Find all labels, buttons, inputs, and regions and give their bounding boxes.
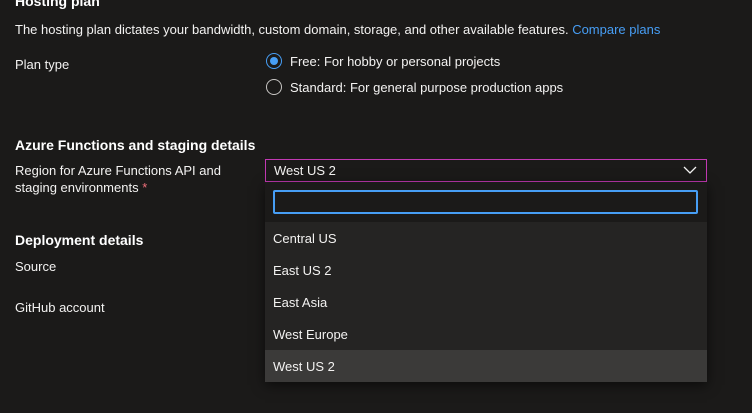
- azure-functions-heading: Azure Functions and staging details: [15, 137, 256, 153]
- hosting-description-text: The hosting plan dictates your bandwidth…: [15, 22, 569, 37]
- region-option-west-europe[interactable]: West Europe: [265, 318, 707, 350]
- radio-standard-label: Standard: For general purpose production…: [290, 79, 564, 95]
- deployment-details-heading: Deployment details: [15, 232, 144, 248]
- region-select[interactable]: West US 2: [265, 159, 707, 182]
- region-label-line1: Region for Azure Functions API and: [15, 163, 221, 178]
- radio-free-plan[interactable]: Free: For hobby or personal projects: [266, 53, 500, 69]
- region-label-line2: staging environments *: [15, 179, 221, 196]
- radio-free-indicator[interactable]: [266, 53, 282, 69]
- radio-standard-plan[interactable]: Standard: For general purpose production…: [266, 79, 563, 95]
- compare-plans-link[interactable]: Compare plans: [572, 22, 660, 37]
- region-select-value: West US 2: [274, 163, 336, 178]
- hosting-plan-heading: Hosting plan: [15, 0, 100, 9]
- region-option-west-us-2[interactable]: West US 2: [265, 350, 707, 382]
- region-option-central-us[interactable]: Central US: [265, 222, 707, 254]
- plan-type-label: Plan type: [15, 57, 70, 72]
- required-asterisk: *: [142, 180, 148, 195]
- dropdown-search-container: [265, 182, 707, 222]
- chevron-down-icon[interactable]: [682, 163, 698, 179]
- region-label-line2-text: staging environments: [15, 180, 139, 195]
- source-label: Source: [15, 259, 57, 274]
- region-option-east-us-2[interactable]: East US 2: [265, 254, 707, 286]
- region-search-input[interactable]: [273, 190, 698, 214]
- region-option-east-asia[interactable]: East Asia: [265, 286, 707, 318]
- hosting-plan-description: The hosting plan dictates your bandwidth…: [15, 22, 660, 37]
- region-label: Region for Azure Functions API and stagi…: [15, 162, 221, 196]
- radio-free-label: Free: For hobby or personal projects: [290, 53, 501, 69]
- github-account-label: GitHub account: [15, 300, 105, 315]
- region-dropdown-list: Central US East US 2 East Asia West Euro…: [265, 182, 707, 382]
- radio-standard-indicator[interactable]: [266, 79, 282, 95]
